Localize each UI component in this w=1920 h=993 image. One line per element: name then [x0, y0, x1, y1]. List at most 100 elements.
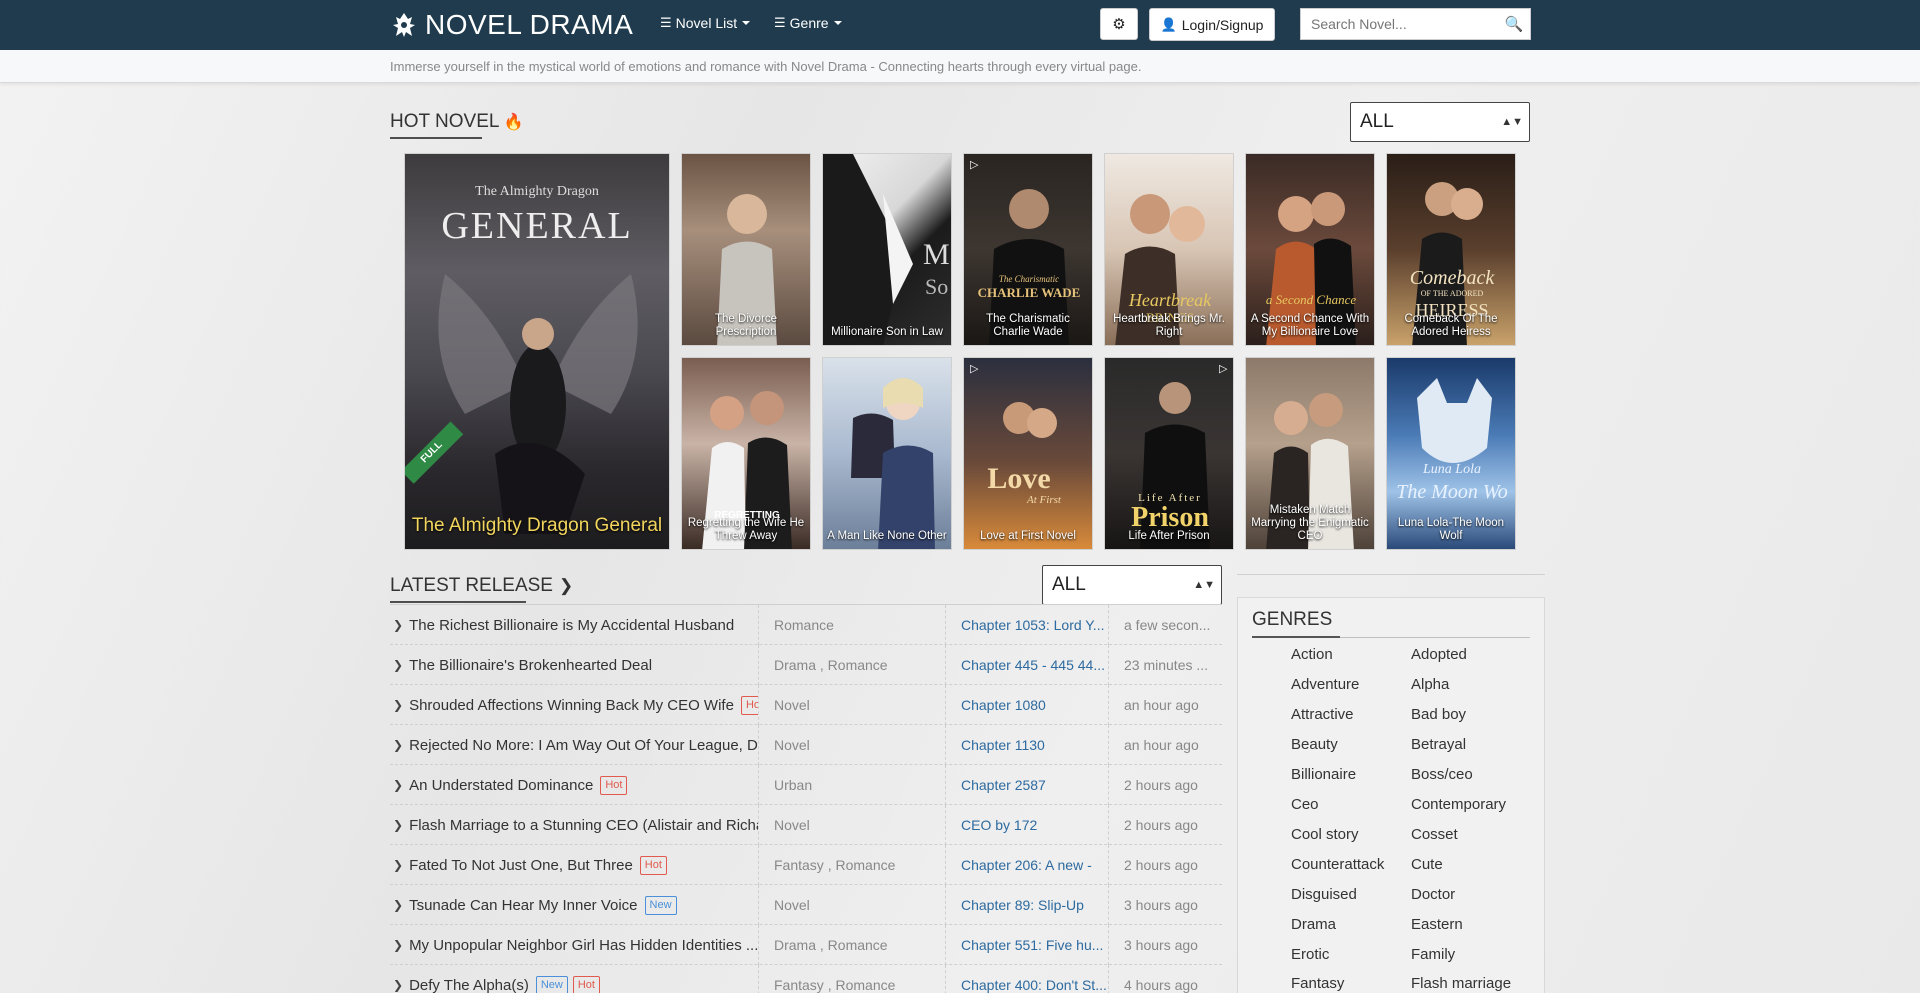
novel-title-link[interactable]: The Richest Billionaire is My Accidental… — [409, 617, 734, 634]
novel-title-link[interactable]: My Unpopular Neighbor Girl Has Hidden Id… — [409, 937, 758, 954]
svg-text:M: M — [923, 238, 950, 271]
genre-text[interactable]: Urban — [758, 765, 944, 805]
genre-text[interactable]: Fantasy , Romance — [758, 845, 944, 885]
genre-link[interactable]: Counterattack — [1291, 856, 1384, 873]
chapter-link[interactable]: Chapter 1053: Lord Y... — [945, 605, 1108, 645]
login-signup-button[interactable]: 👤 Login/Signup — [1149, 8, 1275, 41]
hot-novel-book-8[interactable]: A Man Like None Other — [822, 357, 952, 550]
chapter-link[interactable]: Chapter 551: Five hu... — [945, 925, 1108, 965]
genre-text[interactable]: Novel — [758, 725, 944, 765]
hot-novel-book-1[interactable]: The Divorce Prescription — [681, 153, 811, 346]
genre-link[interactable]: Contemporary — [1411, 796, 1506, 813]
hot-novel-book-9[interactable]: ▷ Love At First Love at First Novel — [963, 357, 1093, 550]
nav-novel-list[interactable]: ☰ Novel List — [660, 15, 751, 31]
novel-title-link[interactable]: Shrouded Affections Winning Back My CEO … — [409, 697, 734, 714]
chevron-right-icon: ❯ — [393, 698, 404, 712]
update-time: an hour ago — [1108, 685, 1222, 725]
brand-link[interactable]: NOVEL DRAMA — [389, 6, 633, 44]
hot-novel-featured[interactable]: The Almighty Dragon GENERAL FULL The Alm… — [404, 153, 670, 550]
hot-novel-book-4[interactable]: Heartbreak BRINGS Heartbreak Brings Mr. R… — [1104, 153, 1234, 346]
genre-link[interactable]: Eastern — [1411, 916, 1463, 933]
genre-text[interactable]: Drama , Romance — [758, 925, 944, 965]
hot-novel-book-2[interactable]: M So Millionaire Son in Law — [822, 153, 952, 346]
genre-link[interactable]: Adopted — [1411, 646, 1467, 663]
book-title: The Charismatic Charlie Wade — [986, 313, 1070, 338]
novel-title-link[interactable]: The Billionaire's Brokenhearted Deal — [409, 657, 652, 674]
hot-novel-title[interactable]: HOT NOVEL 🔥 — [390, 111, 524, 139]
genre-link[interactable]: Disguised — [1291, 886, 1357, 903]
hot-novel-book-6[interactable]: Comeback OF THE ADORED HEIRESS Comeback Of… — [1386, 153, 1516, 346]
chapter-link[interactable]: Chapter 1130 — [945, 725, 1108, 765]
genre-text[interactable]: Romance — [758, 605, 944, 645]
hot-label: Hot — [572, 975, 600, 993]
novel-title-link[interactable]: Rejected No More: I Am Way Out Of Your L… — [409, 737, 758, 754]
genre-link[interactable]: Attractive — [1291, 706, 1354, 723]
hot-novel-book-10[interactable]: ▷ Life After Prison Life After Prison — [1104, 357, 1234, 550]
latest-release-filter-select[interactable]: ALL ▲▼ — [1042, 565, 1222, 605]
genre-link[interactable]: Adventure — [1291, 676, 1359, 693]
theme-toggle-button[interactable]: ⚙ — [1100, 8, 1138, 40]
chapter-link[interactable]: Chapter 2587 — [945, 765, 1108, 805]
genre-link[interactable]: Beauty — [1291, 736, 1338, 753]
genre-text[interactable]: Fantasy , Romance — [758, 965, 944, 993]
svg-text:a Second Chance: a Second Chance — [1266, 292, 1356, 307]
genre-link[interactable]: Doctor — [1411, 886, 1455, 903]
genre-text[interactable]: Drama , Romance — [758, 645, 944, 685]
chapter-link[interactable]: Chapter 206: A new - — [945, 845, 1108, 885]
cover-art — [851, 378, 935, 549]
select-arrows-icon: ▲▼ — [1501, 116, 1523, 128]
genre-link[interactable]: Billionaire — [1291, 766, 1356, 783]
novel-title-link[interactable]: Fated To Not Just One, But Three — [409, 857, 633, 874]
genre-text[interactable]: Novel — [758, 805, 944, 845]
hot-novel-book-7[interactable]: REGRETTING Regretting the Wife He Threw … — [681, 357, 811, 550]
search-icon[interactable]: 🔍 — [1498, 15, 1530, 33]
hot-novel-book-12[interactable]: Luna Lola The Moon Wo Luna Lola-The Moon … — [1386, 357, 1516, 550]
genre-link[interactable]: Alpha — [1411, 676, 1449, 693]
genre-link[interactable]: Action — [1291, 646, 1333, 663]
genre-link[interactable]: Drama — [1291, 916, 1336, 933]
genre-link[interactable]: Family — [1411, 946, 1455, 963]
table-row: ❯ Rejected No More: I Am Way Out Of Your … — [390, 725, 1222, 765]
genre-link[interactable]: Cute — [1411, 856, 1443, 873]
chapter-link[interactable]: Chapter 1080 — [945, 685, 1108, 725]
hot-label: Hot — [639, 855, 667, 875]
genre-link[interactable]: Fantasy — [1291, 975, 1344, 992]
genre-link[interactable]: Betrayal — [1411, 736, 1466, 753]
genre-link[interactable]: Erotic — [1291, 946, 1329, 963]
chevron-right-icon: ❯ — [393, 778, 404, 792]
latest-release-title[interactable]: LATEST RELEASE ❯ — [390, 575, 573, 603]
list-icon: ☰ — [660, 15, 672, 30]
chapter-link[interactable]: Chapter 89: Slip-Up — [945, 885, 1108, 925]
genre-link[interactable]: Boss/ceo — [1411, 766, 1473, 783]
list-icon: ☰ — [774, 15, 786, 30]
hot-label: Hot — [740, 695, 758, 715]
novel-title-link[interactable]: Tsunade Can Hear My Inner Voice — [409, 897, 637, 914]
hot-novel-book-5[interactable]: a Second Chance A Second Chance With My … — [1245, 153, 1375, 346]
hot-novel-filter-select[interactable]: ALL ▲▼ — [1350, 102, 1530, 142]
chevron-right-icon: ❯ — [393, 658, 404, 672]
novel-title-link[interactable]: Defy The Alpha(s) — [409, 977, 529, 993]
cover-art: M So — [823, 154, 950, 345]
genre-link[interactable]: Flash marriage — [1411, 975, 1511, 992]
cover-art: Life AfterPrison — [1131, 382, 1210, 549]
novel-title-link[interactable]: An Understated Dominance — [409, 777, 593, 794]
latest-filter-value: ALL — [1052, 574, 1086, 595]
hot-novel-book-11[interactable]: Mistaken Match Marrying the Enigmatic CE… — [1245, 357, 1375, 550]
chapter-link[interactable]: Chapter 445 - 445 44... — [945, 645, 1108, 685]
chapter-link[interactable]: Chapter 400: Don't St... — [945, 965, 1108, 993]
search-input[interactable] — [1301, 9, 1498, 39]
genre-text[interactable]: Novel — [758, 685, 944, 725]
fire-icon: 🔥 — [503, 114, 524, 131]
update-time: 2 hours ago — [1108, 845, 1222, 885]
novel-title-link[interactable]: Flash Marriage to a Stunning CEO (Alista… — [409, 817, 758, 834]
genre-link[interactable]: Ceo — [1291, 796, 1319, 813]
chapter-link[interactable]: CEO by 172 — [945, 805, 1108, 845]
genre-link[interactable]: Cosset — [1411, 826, 1458, 843]
genre-link[interactable]: Cool story — [1291, 826, 1359, 843]
nav-genre-label: Genre — [789, 15, 829, 31]
featured-title: The Almighty Dragon General — [411, 515, 663, 536]
genre-text[interactable]: Novel — [758, 885, 944, 925]
nav-genre[interactable]: ☰ Genre — [774, 15, 842, 31]
genre-link[interactable]: Bad boy — [1411, 706, 1466, 723]
hot-novel-book-3[interactable]: ▷ The Charismatic CHARLIE WADE The Charis… — [963, 153, 1093, 346]
